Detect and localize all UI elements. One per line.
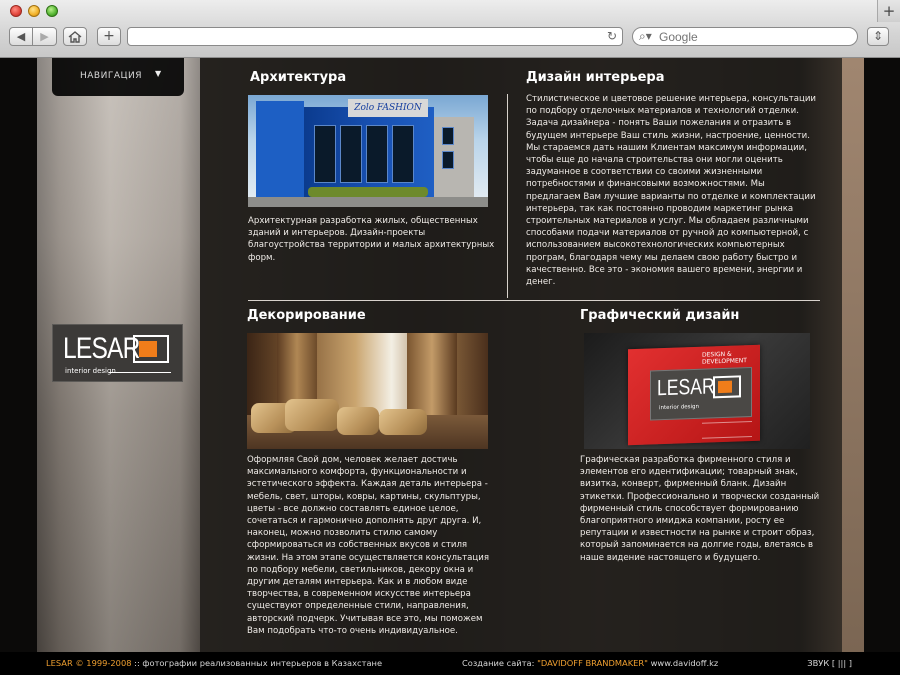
reload-icon[interactable]: ↻ bbox=[607, 29, 617, 43]
decor-text: Оформляя Свой дом, человек желает достич… bbox=[247, 455, 489, 636]
decor-title: Декорирование bbox=[247, 308, 366, 323]
footer-copyright[interactable]: LESAR © 1999-2008 bbox=[46, 658, 132, 668]
card-logo-subtitle: interior design bbox=[659, 403, 699, 412]
close-window-button[interactable] bbox=[10, 5, 22, 17]
navigation-dropdown[interactable]: НАВИГАЦИЯ ▼ bbox=[52, 58, 184, 96]
back-button[interactable]: ◀ bbox=[9, 27, 33, 46]
card-tagline: DESIGN & DEVELOPMENT bbox=[702, 350, 747, 366]
plus-icon: + bbox=[882, 2, 896, 20]
architecture-text: Архитектурная разработка жилых, обществе… bbox=[248, 216, 495, 263]
building-sign: Zolo FASHION bbox=[348, 99, 428, 117]
home-button[interactable] bbox=[63, 27, 87, 46]
interior-title: Дизайн интерьера bbox=[526, 70, 665, 85]
search-field[interactable]: ⌕▾ bbox=[632, 27, 858, 46]
card-logo: LESAR interior design bbox=[650, 366, 752, 421]
home-icon bbox=[68, 31, 82, 43]
vertical-divider bbox=[507, 94, 508, 298]
footer-credits: Создание сайта: "DAVIDOFF BRANDMAKER" ww… bbox=[462, 652, 718, 675]
interior-text: Стилистическое и цветовое решение интерь… bbox=[526, 94, 816, 288]
card-logo-wordmark: LESAR bbox=[657, 373, 715, 401]
address-bar[interactable]: ↻ bbox=[127, 27, 623, 46]
graphic-text: Графическая разработка фирменного стиля … bbox=[580, 455, 820, 563]
footer-caption: :: фотографии реализованных интерьеров в… bbox=[131, 658, 383, 668]
browser-toolbar: + ◀ ▶ + ↻ ⌕▾ ⇕ bbox=[0, 0, 900, 58]
architecture-photo: Zolo FASHION bbox=[248, 95, 488, 207]
minimize-window-button[interactable] bbox=[28, 5, 40, 17]
logo-wordmark: LESAR bbox=[63, 332, 140, 365]
menu-icon: ⇕ bbox=[872, 29, 884, 43]
graphic-photo: DESIGN & DEVELOPMENT LESAR interior desi… bbox=[584, 333, 810, 449]
chevron-down-icon: ▼ bbox=[155, 69, 162, 78]
footer-maker-link[interactable]: "DAVIDOFF BRANDMAKER" bbox=[537, 658, 648, 668]
decor-photo bbox=[247, 333, 488, 449]
logo-square-icon bbox=[133, 335, 169, 363]
horizontal-divider bbox=[248, 300, 820, 301]
lesar-logo[interactable]: LESAR interior design bbox=[52, 324, 183, 382]
left-margin bbox=[0, 58, 37, 652]
footer: LESAR © 1999-2008 :: фотографии реализов… bbox=[0, 652, 900, 675]
footer-maker-url[interactable]: www.davidoff.kz bbox=[648, 658, 719, 668]
search-icon[interactable]: ⌕▾ bbox=[639, 29, 652, 44]
business-card: DESIGN & DEVELOPMENT LESAR interior desi… bbox=[628, 344, 760, 446]
logo-subtitle: interior design bbox=[65, 367, 116, 375]
page-background: НАВИГАЦИЯ ▼ LESAR interior design Архите… bbox=[0, 58, 900, 652]
forward-button[interactable]: ▶ bbox=[33, 27, 57, 46]
right-margin bbox=[864, 58, 900, 652]
page-menu-button[interactable]: ⇕ bbox=[867, 27, 889, 46]
forward-arrow-icon: ▶ bbox=[40, 30, 49, 43]
search-input[interactable] bbox=[659, 29, 849, 44]
plus-icon: + bbox=[103, 28, 115, 44]
add-bookmark-button[interactable]: + bbox=[97, 27, 121, 46]
zoom-window-button[interactable] bbox=[46, 5, 58, 17]
logo-underline bbox=[109, 372, 171, 373]
back-arrow-icon: ◀ bbox=[16, 30, 26, 43]
sound-toggle[interactable]: ЗВУК [ ||| ] bbox=[807, 652, 852, 675]
footer-created-label: Создание сайта: bbox=[462, 658, 538, 668]
new-tab-button[interactable]: + bbox=[877, 0, 900, 22]
footer-left: LESAR © 1999-2008 :: фотографии реализов… bbox=[46, 652, 382, 675]
architecture-title: Архитектура bbox=[250, 70, 347, 85]
graphic-title: Графический дизайн bbox=[580, 308, 740, 323]
main-content: Архитектура Zolo FASHION Архитектурная р… bbox=[200, 58, 842, 652]
navigation-label: НАВИГАЦИЯ bbox=[80, 71, 142, 81]
